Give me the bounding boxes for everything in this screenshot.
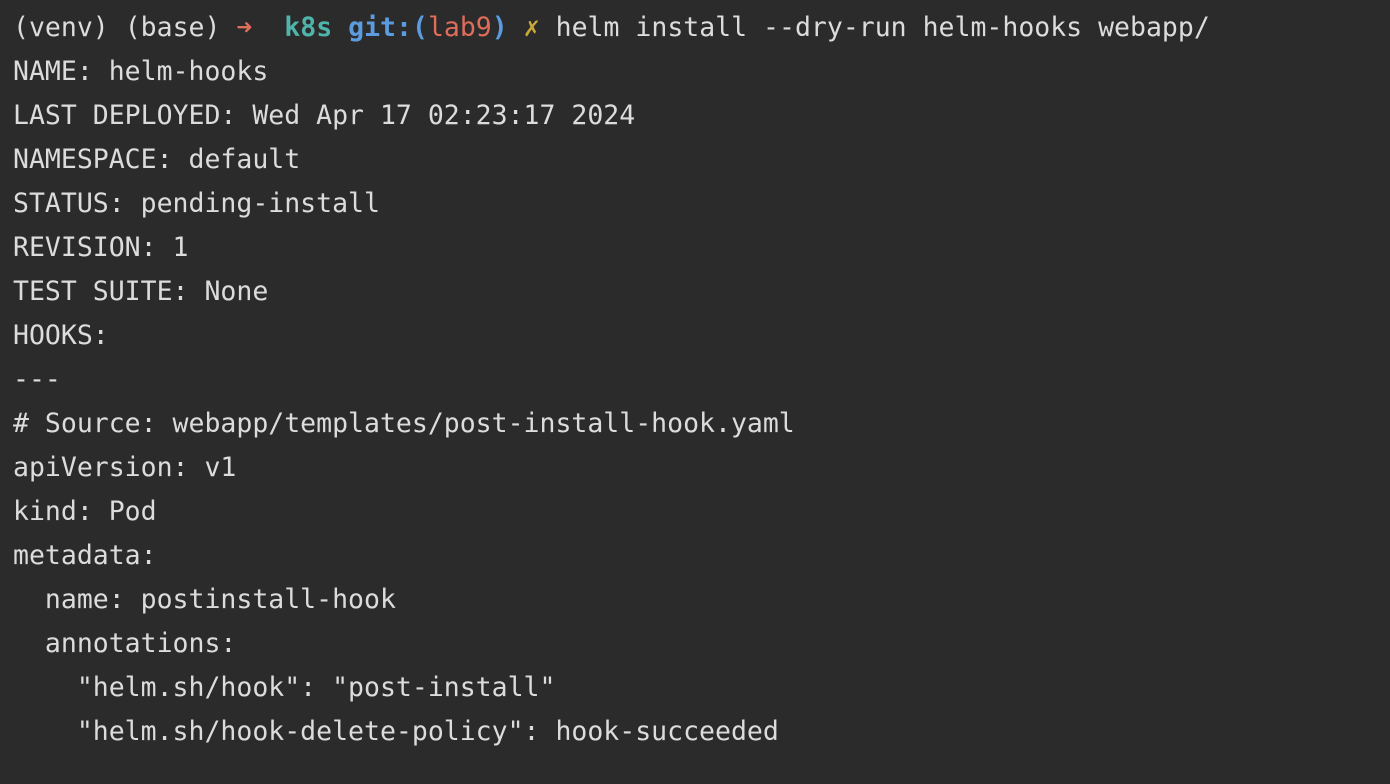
output-line: NAME: helm-hooks bbox=[13, 56, 269, 87]
output-line: name: postinstall-hook bbox=[13, 584, 396, 615]
conda-env-indicator: (base) bbox=[124, 12, 221, 43]
venv-indicator: (venv) bbox=[13, 12, 109, 43]
output-line: STATUS: pending-install bbox=[13, 188, 380, 219]
git-dirty-icon: ✗ bbox=[523, 12, 540, 43]
output-line: "helm.sh/hook-delete-policy": hook-succe… bbox=[13, 716, 779, 747]
output-line: TEST SUITE: None bbox=[13, 276, 269, 307]
git-paren-open: ( bbox=[411, 12, 428, 43]
output-line: apiVersion: v1 bbox=[13, 452, 237, 483]
prompt-arrow-icon: ➜ bbox=[236, 12, 253, 43]
output-line: annotations: bbox=[13, 628, 237, 659]
output-line: REVISION: 1 bbox=[13, 232, 189, 263]
git-label: git: bbox=[348, 12, 412, 43]
current-directory: k8s bbox=[284, 12, 333, 43]
git-branch: lab9 bbox=[427, 12, 492, 43]
output-line: --- bbox=[13, 364, 61, 395]
output-line: metadata: bbox=[13, 540, 157, 571]
git-paren-close: ) bbox=[491, 12, 508, 43]
output-line: kind: Pod bbox=[13, 496, 157, 527]
terminal-window[interactable]: (venv) (base) ➜ k8s git:(lab9) ✗ helm in… bbox=[0, 0, 1390, 784]
output-line: "helm.sh/hook": "post-install" bbox=[13, 672, 556, 703]
output-line: LAST DEPLOYED: Wed Apr 17 02:23:17 2024 bbox=[13, 100, 636, 131]
command-text: helm install --dry-run helm-hooks webapp… bbox=[555, 12, 1210, 43]
output-line: HOOKS: bbox=[13, 320, 109, 351]
output-line: NAMESPACE: default bbox=[13, 144, 301, 175]
prompt-line: (venv) (base) ➜ k8s git:(lab9) ✗ helm in… bbox=[13, 6, 1390, 50]
output-line: # Source: webapp/templates/post-install-… bbox=[13, 408, 795, 439]
